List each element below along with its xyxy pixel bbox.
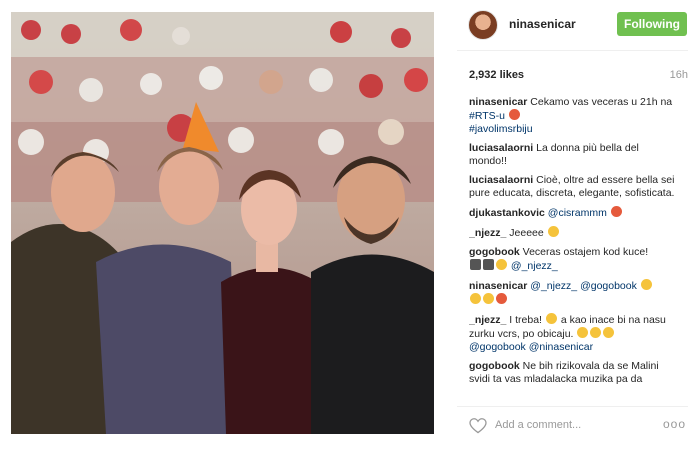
post-header: ninasenicar Following xyxy=(457,0,688,51)
comment-text: I treba! xyxy=(509,314,542,326)
heart-icon[interactable] xyxy=(469,418,487,434)
emoji-icon xyxy=(577,327,589,338)
following-button[interactable]: Following xyxy=(617,12,687,36)
emoji-icon xyxy=(545,313,557,324)
list-item: djukastankovic @cisrammm xyxy=(469,206,679,220)
photo-image xyxy=(11,12,434,434)
comment-text: Veceras ostajem kod kuce! xyxy=(522,246,649,258)
comment-user[interactable]: ninasenicar xyxy=(469,96,527,108)
list-item: _njezz_ Jeeeee xyxy=(469,226,679,240)
likes-count[interactable]: 2,932 likes xyxy=(469,69,524,81)
list-item: _njezz_ I treba! a kao inace bi na nasu … xyxy=(469,313,679,354)
emoji-icon xyxy=(496,259,507,270)
emoji-icon xyxy=(470,259,481,270)
avatar[interactable] xyxy=(468,10,498,40)
hashtag-link[interactable]: #RTS-u xyxy=(469,110,505,122)
post-sidebar: ninasenicar Following 2,932 likes 16h ni… xyxy=(457,0,688,449)
comment-list: ninasenicar Cekamo vas veceras u 21h na … xyxy=(469,96,679,400)
emoji-icon xyxy=(496,293,507,304)
list-item: gogobook Veceras ostajem kod kuce! @_nje… xyxy=(469,246,679,273)
mention-link[interactable]: @_njezz_ xyxy=(511,260,558,272)
emoji-icon xyxy=(547,226,559,237)
mention-link[interactable]: @gogobook @ninasenicar xyxy=(469,341,593,353)
mention-link[interactable]: @cisrammm xyxy=(548,207,607,219)
post-username[interactable]: ninasenicar xyxy=(509,17,576,31)
list-item: ninasenicar @_njezz_ @gogobook xyxy=(469,279,679,307)
emoji-icon xyxy=(640,279,652,290)
emoji-icon xyxy=(483,293,494,304)
comment-user[interactable]: gogobook xyxy=(469,246,520,258)
emoji-icon xyxy=(603,327,615,338)
add-comment-input[interactable]: Add a comment... xyxy=(495,419,581,431)
emoji-icon xyxy=(508,109,520,120)
comment-user[interactable]: luciasalaorni xyxy=(469,174,533,186)
list-item: luciasalaorni Cioè, oltre ad essere bell… xyxy=(469,174,679,200)
mention-link[interactable]: @_njezz_ @gogobook xyxy=(530,280,637,292)
list-item: luciasalaorni La donna più bella del mon… xyxy=(469,142,679,168)
comment-user[interactable]: _njezz_ xyxy=(469,227,506,239)
emoji-icon xyxy=(610,206,622,217)
comment-text: Jeeeee xyxy=(509,227,544,239)
emoji-icon xyxy=(470,293,481,304)
emoji-icon xyxy=(483,259,494,270)
hashtag-link[interactable]: #javolimsrbiju xyxy=(469,123,533,135)
post-photo xyxy=(11,12,434,434)
list-item: ninasenicar Cekamo vas veceras u 21h na … xyxy=(469,96,679,136)
comment-bar: Add a comment... ooo xyxy=(457,406,688,445)
comment-user[interactable]: djukastankovic xyxy=(469,207,545,219)
list-item: gogobook Ne bih rizikovala da se Malini … xyxy=(469,360,679,386)
comment-text: Cekamo vas veceras u 21h na xyxy=(530,96,673,108)
comment-user[interactable]: _njezz_ xyxy=(469,314,506,326)
comment-user[interactable]: ninasenicar xyxy=(469,280,527,292)
emoji-icon xyxy=(590,327,602,338)
comment-user[interactable]: luciasalaorni xyxy=(469,142,533,154)
comment-user[interactable]: gogobook xyxy=(469,360,520,372)
post-time[interactable]: 16h xyxy=(670,69,688,81)
more-options-icon[interactable]: ooo xyxy=(663,417,686,431)
